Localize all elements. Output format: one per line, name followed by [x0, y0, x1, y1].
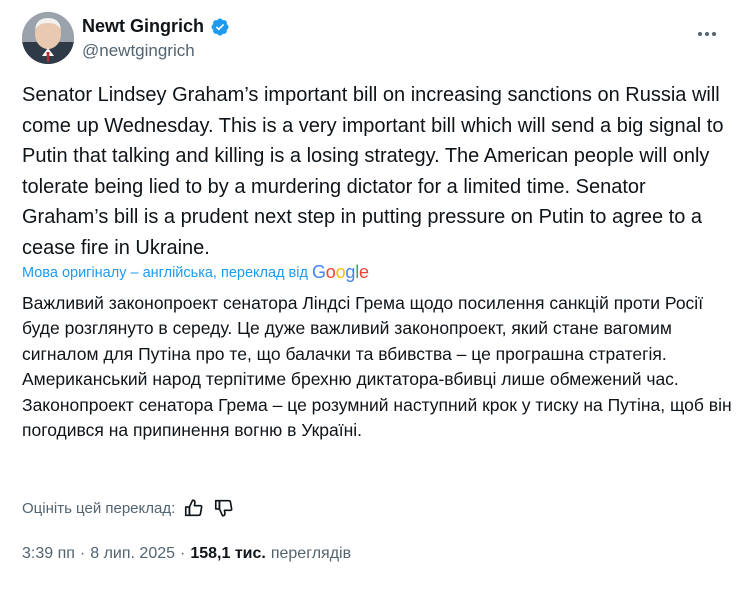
tweet-date[interactable]: 8 лип. 2025: [90, 545, 175, 563]
meta-separator: ·: [79, 545, 86, 562]
meta-separator: ·: [180, 545, 186, 562]
thumbs-up-icon[interactable]: [183, 497, 205, 519]
more-options-icon[interactable]: [694, 24, 720, 44]
translation-source-label: Мова оригіналу – англійська, переклад ві…: [22, 264, 308, 281]
rate-translation-label: Оцініть цей переклад:: [22, 499, 176, 517]
display-name-row: Newt Gingrich: [82, 16, 230, 37]
tweet-card: Newt Gingrich @newtgingrich Senator Lind…: [0, 0, 740, 591]
rate-translation-row: Оцініть цей переклад:: [22, 497, 235, 519]
tweet-header: Newt Gingrich @newtgingrich: [22, 10, 722, 66]
tweet-meta: 3:39 пп · 8 лип. 2025 · 158,1 тис. перег…: [22, 545, 351, 563]
avatar-image: [22, 12, 74, 64]
views-label: переглядів: [270, 545, 352, 562]
display-name[interactable]: Newt Gingrich: [82, 16, 204, 37]
thumbs-down-icon[interactable]: [213, 497, 235, 519]
author-names: Newt Gingrich @newtgingrich: [82, 16, 230, 61]
avatar[interactable]: [22, 12, 74, 64]
tweet-text: Senator Lindsey Graham’s important bill …: [22, 84, 724, 259]
tweet-time[interactable]: 3:39 пп: [22, 545, 75, 563]
verified-badge-icon: [210, 17, 230, 37]
author-handle[interactable]: @newtgingrich: [82, 41, 230, 61]
translation-source-link[interactable]: Мова оригіналу – англійська, переклад ві…: [22, 262, 369, 283]
views-count: 158,1 тис.: [190, 545, 266, 562]
google-logo: Google: [311, 262, 369, 282]
translated-text: Важливий законопроект сенатора Ліндсі Гр…: [22, 293, 732, 441]
